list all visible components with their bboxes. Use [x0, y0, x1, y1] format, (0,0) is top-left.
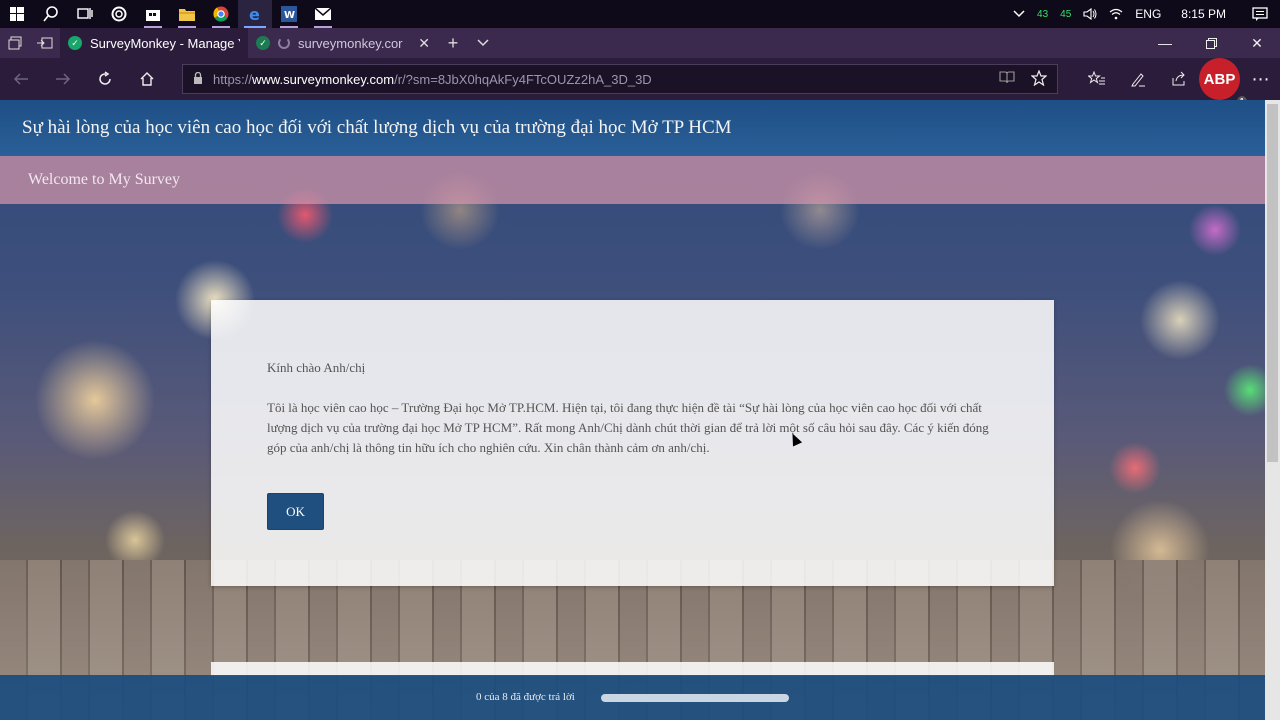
- language-indicator[interactable]: ENG: [1129, 0, 1167, 28]
- home-icon[interactable]: [126, 58, 168, 100]
- svg-text:W: W: [284, 10, 295, 21]
- svg-text:e: e: [249, 6, 260, 22]
- progress-text: 0 của 8 đã được trả lời: [476, 691, 575, 703]
- progress-footer: 0 của 8 đã được trả lời: [0, 675, 1265, 720]
- url-scheme: https://: [213, 71, 253, 87]
- chevron-up-icon[interactable]: [1007, 0, 1031, 28]
- favorite-star-icon[interactable]: [1030, 68, 1048, 89]
- more-menu-icon[interactable]: ⋯: [1240, 58, 1280, 100]
- ok-button[interactable]: OK: [267, 493, 324, 530]
- loading-spinner-icon: [278, 37, 290, 49]
- close-tab-icon[interactable]: ✕: [418, 35, 430, 52]
- cortana-icon[interactable]: [102, 0, 136, 28]
- share-icon[interactable]: [1158, 58, 1199, 100]
- search-icon[interactable]: [34, 0, 68, 28]
- system-tray: 43 45 ENG 8:15 PM: [1007, 0, 1280, 28]
- minimize-icon[interactable]: —: [1142, 28, 1188, 58]
- mail-icon[interactable]: [306, 0, 340, 28]
- refresh-icon[interactable]: [84, 58, 126, 100]
- question-card: Kính chào Anh/chị Tôi là học viên cao họ…: [211, 300, 1054, 586]
- tab-preview-chevron-icon[interactable]: [468, 28, 498, 58]
- survey-header: Sự hài lòng của học viên cao học đối với…: [0, 100, 1265, 156]
- tab-surveymonkey-manage[interactable]: ✓ SurveyMonkey - Manage Yc: [60, 28, 248, 58]
- surveymonkey-favicon-icon: ✓: [256, 36, 270, 50]
- notifications-icon[interactable]: [1240, 0, 1280, 28]
- reading-view-icon[interactable]: [999, 70, 1015, 89]
- file-explorer-icon[interactable]: [170, 0, 204, 28]
- address-bar[interactable]: https://www.surveymonkey.com/r/?sm=8JbX0…: [182, 64, 1058, 94]
- tray-counter-1[interactable]: 43: [1031, 0, 1054, 28]
- web-note-icon[interactable]: [1117, 58, 1158, 100]
- page-scrollbar[interactable]: [1265, 100, 1280, 720]
- volume-icon[interactable]: [1077, 0, 1103, 28]
- url-host: www.surveymonkey.com: [252, 71, 395, 87]
- maximize-icon[interactable]: [1188, 28, 1234, 58]
- word-icon[interactable]: W: [272, 0, 306, 28]
- edge-icon[interactable]: e: [238, 0, 272, 28]
- lock-icon[interactable]: [193, 71, 203, 87]
- adblock-extension[interactable]: ABP1: [1199, 58, 1247, 106]
- survey-page: Sự hài lòng của học viên cao học đối với…: [0, 100, 1280, 720]
- survey-title: Sự hài lòng của học viên cao học đối với…: [22, 117, 732, 138]
- tray-counter-2[interactable]: 45: [1054, 0, 1077, 28]
- intro-text: Tôi là học viên cao học – Trường Đại học…: [267, 400, 989, 455]
- url-path: /r/?sm=8JbX0hqAkFy4FTcOUZz2hA_3D_3D: [394, 71, 652, 87]
- store-icon[interactable]: [136, 0, 170, 28]
- windows-icon[interactable]: [0, 0, 34, 28]
- surveymonkey-favicon-icon: ✓: [68, 36, 82, 50]
- survey-page-header: Welcome to My Survey: [0, 156, 1265, 204]
- show-tabs-aside-icon[interactable]: [30, 28, 60, 58]
- set-tabs-aside-icon[interactable]: [0, 28, 30, 58]
- wifi-icon[interactable]: [1103, 0, 1129, 28]
- tab-label: surveymonkey.cor: [298, 35, 403, 51]
- greeting-text: Kính chào Anh/chị: [267, 360, 366, 375]
- back-icon[interactable]: [0, 58, 42, 100]
- close-window-icon[interactable]: ✕: [1234, 28, 1280, 58]
- windows-taskbar: e W 43 45 ENG 8:15 PM: [0, 0, 1280, 28]
- new-tab-icon[interactable]: +: [438, 28, 468, 58]
- clock[interactable]: 8:15 PM: [1167, 0, 1240, 28]
- adblock-icon: ABP1: [1199, 58, 1247, 106]
- progress-bar: [601, 694, 789, 702]
- scrollbar-thumb[interactable]: [1267, 104, 1278, 462]
- favorites-hub-icon[interactable]: [1076, 58, 1117, 100]
- window-controls: — ✕: [1142, 28, 1280, 58]
- browser-tab-strip: ✓ SurveyMonkey - Manage Yc ✓ surveymonke…: [0, 28, 1280, 58]
- survey-page-title: Welcome to My Survey: [28, 171, 181, 188]
- browser-navbar: https://www.surveymonkey.com/r/?sm=8JbX0…: [0, 58, 1280, 106]
- browser-toolbar-right: ABP1 ⋯: [1076, 58, 1280, 106]
- task-view-icon[interactable]: [68, 0, 102, 28]
- chrome-icon[interactable]: [204, 0, 238, 28]
- forward-icon[interactable]: [42, 58, 84, 100]
- tab-label: SurveyMonkey - Manage Yc: [90, 35, 240, 51]
- tab-surveymonkey-survey[interactable]: ✓ surveymonkey.cor ✕: [248, 28, 438, 58]
- next-question-card: [211, 662, 1054, 676]
